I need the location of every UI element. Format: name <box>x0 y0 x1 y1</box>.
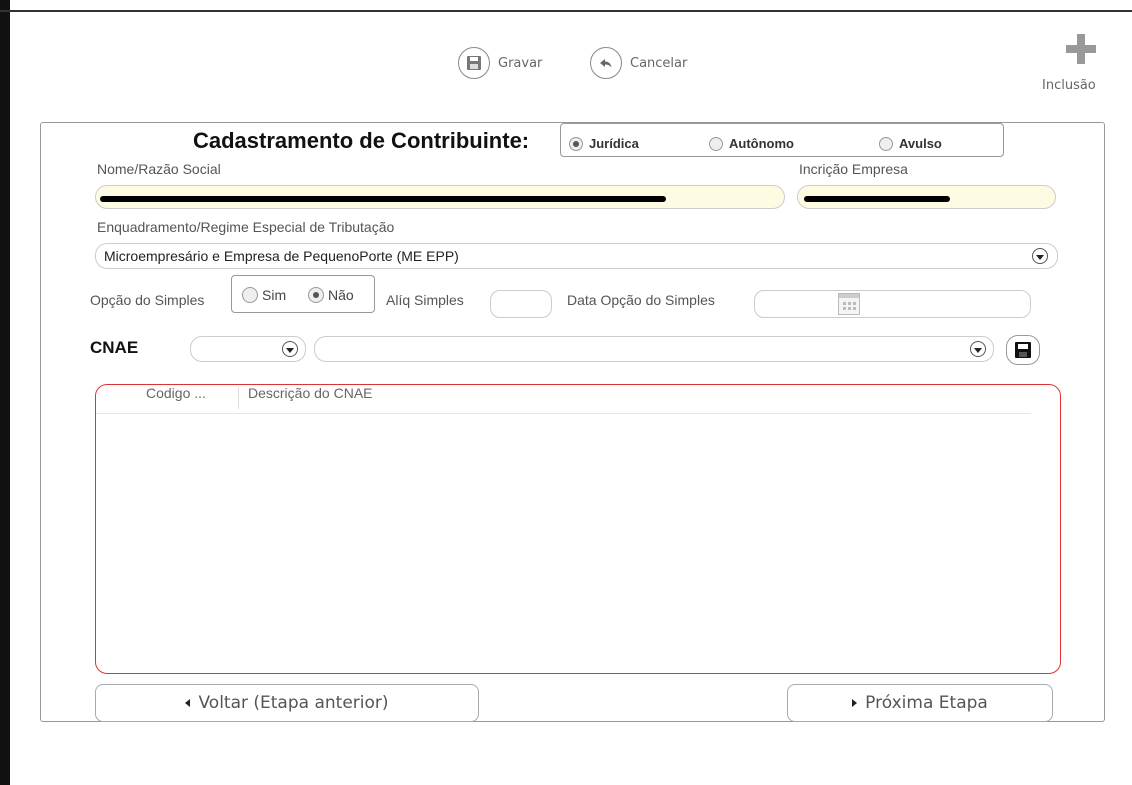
inclusao-label: Inclusão <box>1042 78 1096 93</box>
floppy-disk-icon <box>1015 342 1031 358</box>
chevron-down-icon[interactable] <box>282 341 298 357</box>
tipo-contribuinte-group: Jurídica Autônomo Avulso <box>560 123 1004 157</box>
gravar-label: Gravar <box>498 55 543 71</box>
radio-selected-icon <box>308 287 324 303</box>
radio-selected-icon <box>569 136 583 151</box>
inscricao-empresa-field[interactable] <box>797 185 1056 209</box>
caret-left-icon <box>185 699 191 707</box>
column-header-descricao[interactable]: Descrição do CNAE <box>248 385 373 401</box>
enquadramento-value: Microempresário e Empresa de PequenoPort… <box>104 248 459 264</box>
chevron-down-icon[interactable] <box>970 341 986 357</box>
column-divider[interactable] <box>238 387 239 409</box>
radio-unselected-icon <box>242 287 258 303</box>
voltar-button[interactable]: Voltar (Etapa anterior) <box>95 684 479 722</box>
data-opcao-field[interactable] <box>754 290 1031 318</box>
cnae-grid: Codigo ... Descrição do CNAE <box>95 384 1061 674</box>
radio-autonomo[interactable]: Autônomo <box>709 136 794 151</box>
gravar-button[interactable]: Gravar <box>458 47 542 79</box>
undo-arrow-icon <box>590 47 622 79</box>
cancelar-button[interactable]: Cancelar <box>590 47 687 79</box>
radio-avulso[interactable]: Avulso <box>879 136 942 151</box>
nome-label: Nome/Razão Social <box>97 161 221 177</box>
data-opcao-label: Data Opção do Simples <box>567 292 715 308</box>
cancelar-label: Cancelar <box>630 55 688 71</box>
redacted-value <box>100 196 666 202</box>
column-header-codigo[interactable]: Codigo ... <box>146 385 206 401</box>
aliq-simples-label: Alíq Simples <box>386 292 464 308</box>
form-title: Cadastramento de Contribuinte: <box>193 128 530 153</box>
top-frame-line <box>0 10 1132 12</box>
aliq-simples-field[interactable] <box>490 290 552 318</box>
cnae-description-select[interactable] <box>314 336 994 362</box>
radio-sim[interactable]: Sim <box>242 287 286 303</box>
radio-nao[interactable]: Não <box>308 287 354 303</box>
chevron-down-icon[interactable] <box>1032 248 1048 264</box>
inscricao-label: Incrição Empresa <box>799 161 908 177</box>
inclusao-button[interactable]: Inclusão <box>1042 34 1130 93</box>
calendar-icon[interactable] <box>838 293 860 315</box>
radio-juridica[interactable]: Jurídica <box>569 136 639 151</box>
left-frame-bar <box>0 0 10 785</box>
enquadramento-select[interactable]: Microempresário e Empresa de PequenoPort… <box>95 243 1058 269</box>
caret-right-icon <box>852 699 858 707</box>
plus-icon <box>1066 34 1096 64</box>
enquadramento-label: Enquadramento/Regime Especial de Tributa… <box>97 219 395 235</box>
floppy-disk-icon <box>458 47 490 79</box>
opcao-simples-label: Opção do Simples <box>90 292 205 308</box>
radio-unselected-icon <box>879 136 893 151</box>
redacted-value <box>804 196 950 202</box>
save-cnae-button[interactable] <box>1006 335 1040 365</box>
cnae-label: CNAE <box>90 338 139 357</box>
proxima-etapa-button[interactable]: Próxima Etapa <box>787 684 1053 722</box>
radio-unselected-icon <box>709 136 723 151</box>
nome-razao-social-field[interactable] <box>95 185 785 209</box>
opcao-simples-group: Sim Não <box>231 275 375 313</box>
grid-header: Codigo ... Descrição do CNAE <box>96 385 1031 414</box>
